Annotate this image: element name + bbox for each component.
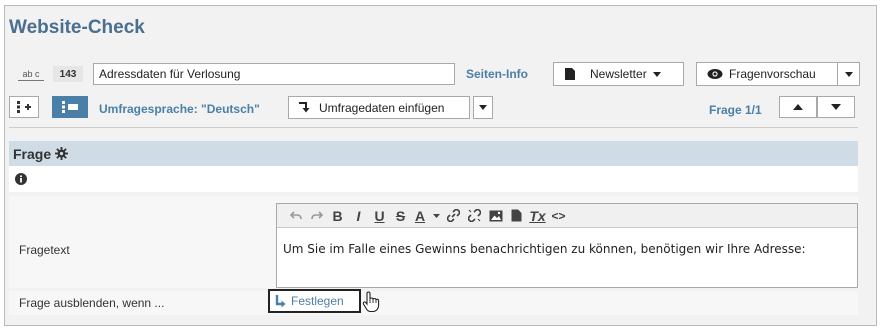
section-title: Frage [13,145,52,162]
preview-label: Fragenvorschau [729,67,816,81]
underline-button[interactable]: U [369,206,390,226]
divider [9,127,858,128]
newsletter-label: Newsletter [590,67,647,81]
redo-icon[interactable] [306,206,327,226]
strikethrough-button[interactable]: S [390,206,411,226]
festlegen-button[interactable]: Festlegen [268,289,361,313]
preview-button[interactable]: Fragenvorschau [696,62,838,86]
editor-toolbar: B I U S A Tx <> [277,204,857,228]
document-icon[interactable] [506,206,527,226]
question-counter: Frage 1/1 [709,103,762,117]
caret-down-icon [652,71,661,77]
link-icon[interactable] [443,206,464,226]
question-layout-toggle[interactable] [52,96,88,118]
caret-down-icon [844,71,853,77]
layout-icon [62,101,78,113]
document-icon [565,68,575,80]
branch-icon [275,294,286,307]
page-info-link[interactable]: Seiten-Info [466,67,528,81]
festlegen-label: Festlegen [291,294,344,308]
hide-condition-row: Frage ausblenden, wenn ... [9,291,858,315]
font-color-dropdown-icon[interactable] [429,206,443,226]
newsletter-dropdown[interactable]: Newsletter [553,62,684,86]
caret-down-icon [831,104,841,110]
font-color-button[interactable]: A [411,206,429,226]
fragetext-label: Fragetext [19,243,70,257]
next-question-button[interactable] [817,96,855,118]
eye-icon [707,69,723,79]
rich-text-editor[interactable]: B I U S A Tx <> Um Sie im Falle eines Ge… [276,203,858,288]
fragetext-content[interactable]: Um Sie im Falle eines Gewinns benachrich… [277,228,857,270]
insert-dropdown-toggle[interactable] [473,96,493,119]
survey-id-badge: 143 [53,66,83,82]
text-question-type-icon: ab c [18,67,44,81]
insert-arrow-icon [299,101,310,112]
bold-button[interactable]: B [327,206,348,226]
gear-icon[interactable] [55,147,69,160]
survey-name-input[interactable] [93,63,455,85]
caret-down-icon [479,105,487,110]
info-row [9,166,858,192]
italic-button[interactable]: I [348,206,369,226]
info-icon[interactable] [15,173,27,185]
preview-dropdown-toggle[interactable] [837,62,860,86]
survey-language-link[interactable]: Umfragesprache: "Deutsch" [99,102,260,116]
hand-cursor-icon [362,291,380,313]
source-code-button[interactable]: <> [548,206,569,226]
page-title: Website-Check [9,17,145,38]
insert-survey-data-label: Umfragedaten einfügen [319,100,445,115]
clear-format-button[interactable]: Tx [527,206,548,226]
add-item-icon [17,101,31,113]
insert-survey-data-button[interactable]: Umfragedaten einfügen [288,96,470,119]
add-question-button[interactable] [9,96,39,118]
hide-condition-label: Frage ausblenden, wenn ... [19,296,165,310]
image-icon[interactable] [485,206,506,226]
caret-up-icon [793,104,803,110]
undo-icon[interactable] [285,206,306,226]
question-section-header: Frage [9,141,858,166]
unlink-icon[interactable] [464,206,485,226]
previous-question-button[interactable] [779,96,817,118]
